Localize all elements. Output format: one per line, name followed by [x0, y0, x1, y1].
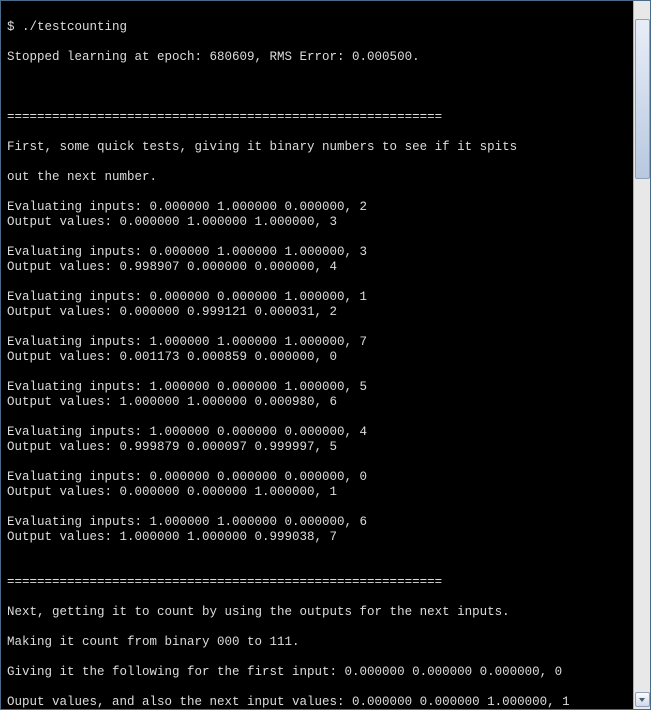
blank: [7, 365, 644, 380]
blank: [7, 275, 644, 290]
separator: ========================================…: [7, 110, 644, 125]
eval-line: Evaluating inputs: 0.000000 1.000000 0.0…: [7, 200, 644, 215]
terminal-window: $ ./testcounting Stopped learning at epo…: [0, 0, 651, 710]
vertical-scrollbar[interactable]: [633, 1, 650, 709]
giving-line: Giving it the following for the first in…: [7, 665, 644, 680]
output-line: Output values: 0.000000 1.000000 1.00000…: [7, 215, 644, 230]
section1-intro2: out the next number.: [7, 170, 644, 185]
blank: [7, 230, 644, 245]
eval-line: Evaluating inputs: 0.000000 0.000000 0.0…: [7, 470, 644, 485]
output-line: Output values: 0.001173 0.000859 0.00000…: [7, 350, 644, 365]
eval-line: Evaluating inputs: 1.000000 1.000000 0.0…: [7, 515, 644, 530]
stop-line: Stopped learning at epoch: 680609, RMS E…: [7, 50, 644, 65]
blank: [7, 80, 644, 95]
eval-line: Evaluating inputs: 0.000000 1.000000 1.0…: [7, 245, 644, 260]
blank: [7, 410, 644, 425]
output-line: Output values: 1.000000 1.000000 0.00098…: [7, 395, 644, 410]
output-line: Output values: 0.000000 0.000000 1.00000…: [7, 485, 644, 500]
scroll-thumb[interactable]: [635, 19, 650, 179]
count-output-line: Ouput values, and also the next input va…: [7, 695, 644, 710]
tests-block: Evaluating inputs: 0.000000 1.000000 0.0…: [7, 200, 644, 560]
eval-line: Evaluating inputs: 1.000000 1.000000 1.0…: [7, 335, 644, 350]
output-line: Output values: 0.000000 0.999121 0.00003…: [7, 305, 644, 320]
output-line: Output values: 1.000000 1.000000 0.99903…: [7, 530, 644, 545]
blank: [7, 320, 644, 335]
prompt-line: $ ./testcounting: [7, 20, 644, 35]
section1-intro1: First, some quick tests, giving it binar…: [7, 140, 644, 155]
output-line: Output values: 0.999879 0.000097 0.99999…: [7, 440, 644, 455]
section2-intro1: Next, getting it to count by using the o…: [7, 605, 644, 620]
output-line: Output values: 0.998907 0.000000 0.00000…: [7, 260, 644, 275]
eval-line: Evaluating inputs: 1.000000 0.000000 1.0…: [7, 380, 644, 395]
blank: [7, 455, 644, 470]
outputs-block: Ouput values, and also the next input va…: [7, 695, 644, 710]
blank: [7, 545, 644, 560]
separator: ========================================…: [7, 575, 644, 590]
section2-intro2: Making it count from binary 000 to 111.: [7, 635, 644, 650]
eval-line: Evaluating inputs: 1.000000 0.000000 0.0…: [7, 425, 644, 440]
blank: [7, 500, 644, 515]
eval-line: Evaluating inputs: 0.000000 0.000000 1.0…: [7, 290, 644, 305]
scroll-down-button[interactable]: [635, 692, 650, 707]
